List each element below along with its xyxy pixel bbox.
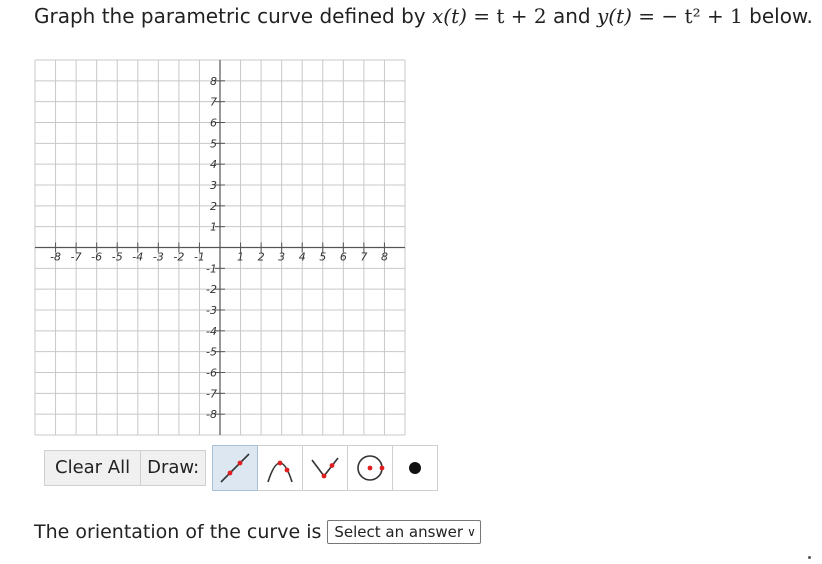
x-var: x(t) [432,4,467,28]
y-tick-label: -1 [206,262,217,275]
x-tick-label: -2 [173,251,184,264]
x-tick-label: 3 [278,251,285,264]
question-suffix: below. [742,4,813,28]
y-var: y(t) [596,4,632,28]
y-tick-label: -4 [206,325,217,338]
draw-label: Draw: [141,450,207,486]
question-text: Graph the parametric curve defined by x(… [34,4,813,28]
absolute-value-tool-button[interactable] [303,445,349,491]
x-tick-label: -6 [91,251,102,264]
y-tick-label: -6 [206,367,217,380]
x-tick-label: -7 [71,251,82,264]
y-tick-label: 4 [210,158,217,171]
x-tick-label: -5 [112,251,123,264]
y-tick-label: 7 [210,96,217,109]
y-tick-label: -7 [206,387,217,400]
y-tick-label: 3 [210,179,217,192]
graph-toolbar: Clear All Draw: [44,445,439,491]
circle-tool-icon [357,455,385,481]
chevron-down-icon: ∨ [467,525,476,539]
y-tick-label: 2 [210,200,217,213]
y-tick-label: 8 [210,75,217,88]
y-tick-label: -3 [206,304,217,317]
absolute-value-tool-icon [311,457,339,479]
y-tick-label: -5 [206,346,217,359]
x-tick-label: 7 [360,251,367,264]
point-tool-icon [409,462,422,474]
x-tick-label: -4 [132,251,143,264]
x-tick-label: 6 [340,251,347,264]
clear-all-button[interactable]: Clear All [44,450,142,486]
parabola-tool-button[interactable] [258,445,304,491]
x-tick-label: 8 [381,251,388,264]
x-tick-label: -8 [50,251,61,264]
y-tick-label: 1 [210,221,217,234]
y-tick-label: -2 [206,283,217,296]
orientation-select[interactable]: Select an answer ∨ [327,520,481,544]
x-expression: = t + 2 [466,4,547,28]
x-tick-label: 5 [319,251,326,264]
x-tick-label: 1 [237,251,244,264]
y-tick-label: 5 [210,137,217,150]
question-prefix: Graph the parametric curve defined by [34,4,432,28]
orientation-select-value: Select an answer [334,523,464,541]
parabola-tool-icon [267,460,293,483]
orientation-label: The orientation of the curve is [34,521,322,543]
graph-canvas[interactable]: -8 -7 -6 -5 -4 -3 -2 -1 1 2 3 4 5 6 7 887654321-1-2-3-4… [30,55,410,440]
y-tick-label: -8 [206,408,217,421]
orientation-row: The orientation of the curve is Select a… [34,520,481,544]
y-tick-label: 6 [210,117,217,130]
decorative-dot [808,556,811,559]
line-tool-button[interactable] [212,445,259,491]
x-tick-label: -3 [153,251,164,264]
point-tool-button[interactable] [393,445,439,491]
y-expression: = − t² + 1 [631,4,743,28]
question-and: and [546,4,597,28]
x-tick-label: -1 [194,251,205,264]
circle-tool-button[interactable] [348,445,394,491]
x-tick-label: 2 [258,251,265,264]
line-tool-icon [220,453,250,483]
x-tick-label: 4 [299,251,306,264]
